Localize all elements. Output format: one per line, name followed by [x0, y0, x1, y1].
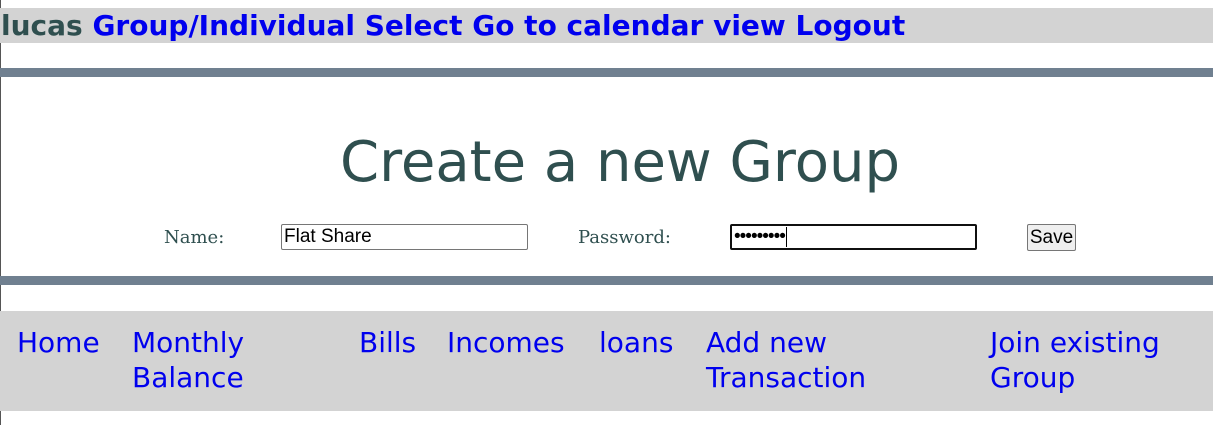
nav-join-group-line1: Join existing: [990, 326, 1160, 359]
password-input[interactable]: •••••••••: [730, 224, 977, 250]
nav-add-transaction-line2: Transaction: [706, 361, 867, 394]
nav-add-transaction[interactable]: Add new Transaction: [706, 325, 866, 395]
top-bar: lucas Group/Individual Select Go to cale…: [0, 8, 1213, 43]
group-name-input[interactable]: Flat Share: [281, 224, 528, 250]
calendar-view-link[interactable]: Go to calendar view: [472, 9, 786, 42]
username-label: lucas: [1, 9, 83, 42]
group-individual-select-link[interactable]: Group/Individual Select: [92, 9, 462, 42]
nav-monthly-balance-line1: Monthly: [132, 326, 245, 359]
divider-top: [0, 68, 1213, 77]
page-title: Create a new Group: [339, 130, 901, 195]
nav-join-group[interactable]: Join existing Group: [990, 325, 1160, 395]
save-button[interactable]: Save: [1027, 224, 1076, 251]
nav-monthly-balance[interactable]: Monthly Balance: [132, 325, 244, 395]
nav-join-group-line2: Group: [990, 361, 1076, 394]
text-caret: [785, 226, 787, 247]
password-value: •••••••••: [734, 226, 786, 247]
nav-monthly-balance-line2: Balance: [132, 361, 244, 394]
nav-bills[interactable]: Bills: [359, 325, 416, 360]
divider-bottom: [0, 276, 1213, 285]
group-name-value: Flat Share: [284, 226, 372, 247]
nav-loans[interactable]: loans: [599, 325, 673, 360]
nav-home[interactable]: Home: [17, 325, 100, 360]
password-label: Password:: [578, 227, 671, 248]
bottom-nav: Home Monthly Balance Bills Incomes loans …: [0, 311, 1213, 411]
name-label: Name:: [164, 227, 225, 248]
nav-incomes[interactable]: Incomes: [447, 325, 565, 360]
nav-add-transaction-line1: Add new: [706, 326, 827, 359]
logout-link[interactable]: Logout: [796, 9, 906, 42]
